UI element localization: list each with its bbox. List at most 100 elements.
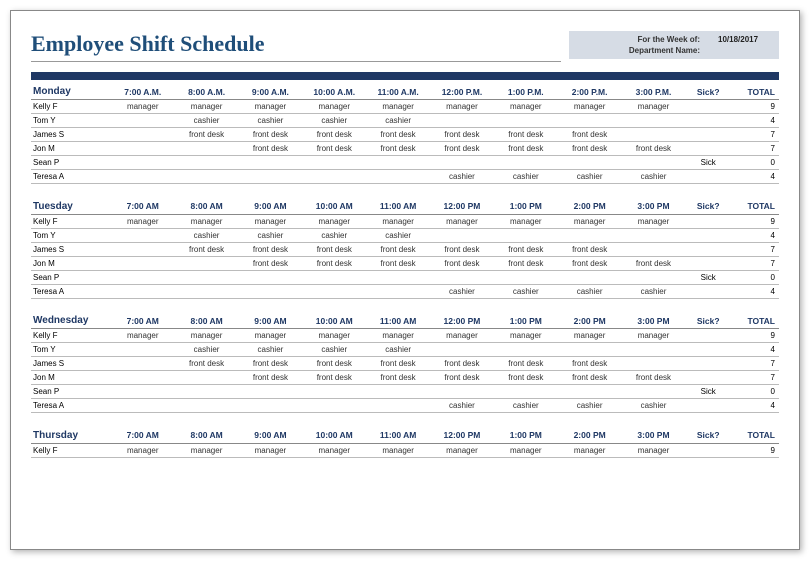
time-header: 9:00 A.M. bbox=[239, 82, 303, 100]
shift-cell: manager bbox=[430, 214, 494, 228]
total-header: TOTAL bbox=[731, 311, 779, 329]
day-name: Wednesday bbox=[31, 311, 111, 329]
employee-name: Kelly F bbox=[31, 100, 111, 114]
shift-cell bbox=[430, 156, 494, 170]
sick-cell bbox=[685, 443, 731, 457]
shift-cell: manager bbox=[366, 443, 430, 457]
shift-cell: front desk bbox=[366, 142, 430, 156]
dept-name-value bbox=[718, 45, 773, 56]
shift-cell bbox=[430, 228, 494, 242]
shift-cell: front desk bbox=[622, 256, 686, 270]
sick-header: Sick? bbox=[685, 197, 731, 215]
shift-cell: manager bbox=[111, 329, 175, 343]
shift-cell bbox=[175, 385, 239, 399]
day-gap bbox=[31, 298, 779, 311]
shift-cell: front desk bbox=[558, 371, 622, 385]
shift-cell bbox=[366, 399, 430, 413]
shift-cell bbox=[558, 385, 622, 399]
sick-cell bbox=[685, 329, 731, 343]
shift-cell bbox=[175, 284, 239, 298]
shift-cell bbox=[111, 399, 175, 413]
shift-cell bbox=[111, 128, 175, 142]
time-header: 3:00 P.M. bbox=[622, 82, 686, 100]
shift-cell: front desk bbox=[558, 242, 622, 256]
shift-cell bbox=[430, 343, 494, 357]
shift-cell: manager bbox=[430, 329, 494, 343]
shift-cell bbox=[175, 156, 239, 170]
employee-row: Kelly Fmanagermanagermanagermanagermanag… bbox=[31, 100, 779, 114]
shift-cell: front desk bbox=[430, 128, 494, 142]
time-header: 8:00 AM bbox=[175, 426, 239, 444]
shift-cell: cashier bbox=[302, 228, 366, 242]
employee-name: Tom Y bbox=[31, 228, 111, 242]
shift-cell: manager bbox=[366, 329, 430, 343]
time-header: 12:00 PM bbox=[430, 426, 494, 444]
shift-cell bbox=[111, 385, 175, 399]
sick-cell: Sick bbox=[685, 270, 731, 284]
shift-cell: front desk bbox=[430, 142, 494, 156]
shift-cell bbox=[239, 284, 303, 298]
shift-cell bbox=[494, 343, 558, 357]
shift-cell: cashier bbox=[622, 284, 686, 298]
shift-cell: cashier bbox=[558, 170, 622, 184]
shift-cell bbox=[302, 170, 366, 184]
time-header: 11:00 AM bbox=[366, 197, 430, 215]
sick-cell bbox=[685, 371, 731, 385]
shift-cell: front desk bbox=[494, 256, 558, 270]
total-cell: 9 bbox=[731, 100, 779, 114]
total-cell: 0 bbox=[731, 270, 779, 284]
shift-cell: manager bbox=[239, 214, 303, 228]
time-header: 3:00 PM bbox=[622, 197, 686, 215]
schedule-table: Monday7:00 A.M.8:00 A.M.9:00 A.M.10:00 A… bbox=[31, 82, 779, 458]
shift-cell: front desk bbox=[366, 371, 430, 385]
total-cell: 7 bbox=[731, 128, 779, 142]
day-name: Tuesday bbox=[31, 197, 111, 215]
total-cell: 7 bbox=[731, 242, 779, 256]
shift-cell: cashier bbox=[622, 170, 686, 184]
time-header: 12:00 PM bbox=[430, 311, 494, 329]
shift-cell bbox=[302, 284, 366, 298]
shift-cell: front desk bbox=[302, 142, 366, 156]
day-gap bbox=[31, 184, 779, 197]
shift-cell: front desk bbox=[175, 128, 239, 142]
employee-name: Kelly F bbox=[31, 329, 111, 343]
shift-cell: front desk bbox=[430, 371, 494, 385]
shift-cell: manager bbox=[430, 100, 494, 114]
shift-cell bbox=[111, 256, 175, 270]
shift-cell bbox=[366, 284, 430, 298]
shift-cell: manager bbox=[622, 329, 686, 343]
shift-cell: cashier bbox=[558, 399, 622, 413]
shift-cell: front desk bbox=[430, 357, 494, 371]
day-header-row: Thursday7:00 AM8:00 AM9:00 AM10:00 AM11:… bbox=[31, 426, 779, 444]
total-cell: 9 bbox=[731, 329, 779, 343]
shift-cell bbox=[558, 343, 622, 357]
shift-cell: front desk bbox=[302, 357, 366, 371]
shift-cell bbox=[430, 385, 494, 399]
employee-row: Kelly Fmanagermanagermanagermanagermanag… bbox=[31, 329, 779, 343]
employee-row: Jon Mfront deskfront deskfront deskfront… bbox=[31, 142, 779, 156]
shift-cell: manager bbox=[175, 443, 239, 457]
shift-cell bbox=[622, 228, 686, 242]
shift-cell bbox=[239, 170, 303, 184]
employee-name: Tom Y bbox=[31, 343, 111, 357]
shift-cell: front desk bbox=[430, 256, 494, 270]
document-title: Employee Shift Schedule bbox=[31, 31, 561, 62]
day-gap bbox=[31, 413, 779, 426]
shift-cell: manager bbox=[175, 329, 239, 343]
shift-cell: cashier bbox=[302, 114, 366, 128]
time-header: 3:00 PM bbox=[622, 311, 686, 329]
dept-name-label: Department Name: bbox=[629, 45, 718, 56]
employee-name: Teresa A bbox=[31, 399, 111, 413]
shift-cell: cashier bbox=[430, 170, 494, 184]
shift-cell bbox=[111, 242, 175, 256]
shift-cell: manager bbox=[111, 443, 175, 457]
shift-cell: front desk bbox=[239, 371, 303, 385]
shift-cell bbox=[111, 284, 175, 298]
shift-cell bbox=[111, 142, 175, 156]
sick-cell: Sick bbox=[685, 156, 731, 170]
shift-cell: manager bbox=[175, 100, 239, 114]
time-header: 1:00 PM bbox=[494, 197, 558, 215]
total-cell: 4 bbox=[731, 170, 779, 184]
shift-cell: cashier bbox=[239, 343, 303, 357]
sick-header: Sick? bbox=[685, 311, 731, 329]
